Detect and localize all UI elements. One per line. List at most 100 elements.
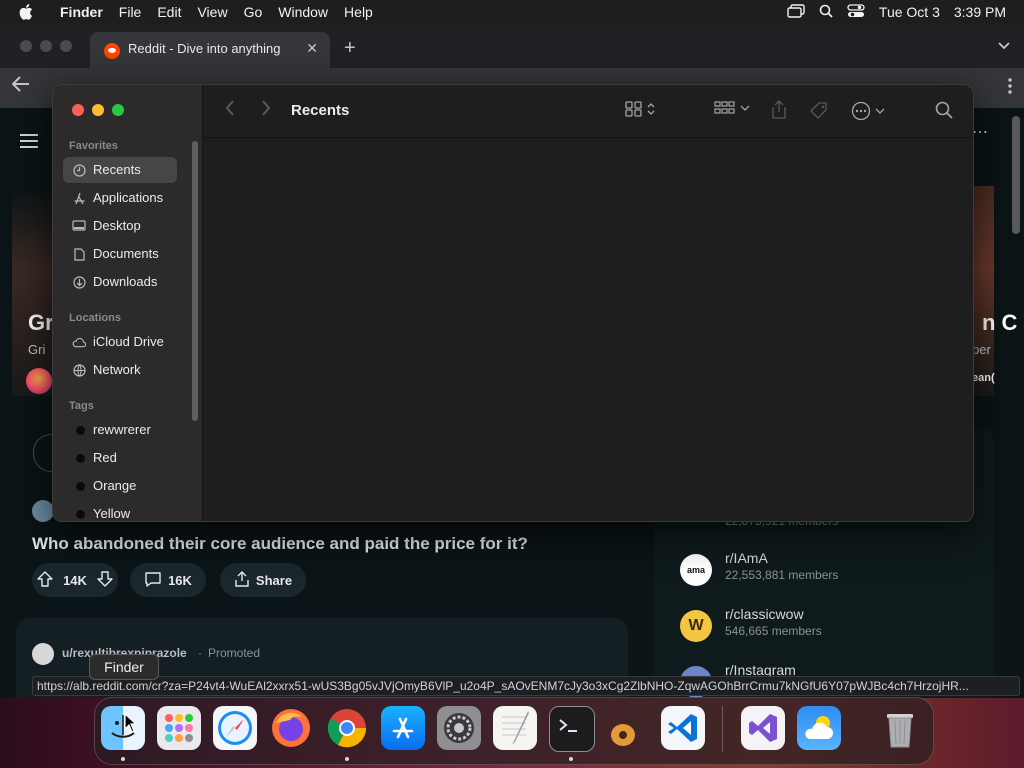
subreddit-row[interactable]: ama r/IAmA 22,553,881 members <box>680 550 980 590</box>
settings-icon[interactable] <box>437 706 481 750</box>
ama-icon: ama <box>680 554 712 586</box>
menu-edit[interactable]: Edit <box>149 0 189 24</box>
apple-icon[interactable] <box>0 4 52 20</box>
tag-color-dot <box>76 426 85 435</box>
more-actions-icon[interactable] <box>851 101 885 121</box>
sidebar-scrollbar[interactable] <box>192 141 198 421</box>
tab-search-chevron-icon[interactable] <box>998 38 1010 53</box>
sidebar-tag-red[interactable]: Red <box>63 445 177 471</box>
new-tab-button[interactable]: + <box>344 36 356 60</box>
finder-icon[interactable] <box>101 706 145 750</box>
browser-minimize-dot[interactable] <box>40 40 52 52</box>
download-icon <box>72 275 86 289</box>
firefox-icon[interactable] <box>269 706 313 750</box>
vscode-icon[interactable] <box>661 706 705 750</box>
downvote-icon[interactable] <box>97 570 113 590</box>
community-title-fragment-right: n C <box>982 310 1018 335</box>
dock-tooltip: Finder <box>89 654 159 680</box>
sidebar-tag-orange[interactable]: Orange <box>63 473 177 499</box>
page-more-icon[interactable]: ⋯ <box>972 122 988 142</box>
post-title[interactable]: Who abandoned their core audience and pa… <box>32 534 528 554</box>
upvote-icon[interactable] <box>37 570 53 590</box>
sidebar-item-recents[interactable]: Recents <box>63 157 177 183</box>
subreddit-members: 546,665 members <box>725 624 822 638</box>
sidebar-item-label: rewwrerer <box>93 422 151 437</box>
window-close-button[interactable] <box>72 104 84 116</box>
tag-color-dot <box>76 454 85 463</box>
sidebar-item-documents[interactable]: Documents <box>63 241 177 267</box>
terminal-icon[interactable] <box>549 706 595 752</box>
finder-file-list-empty[interactable] <box>203 138 973 521</box>
sidebar-item-applications[interactable]: Applications <box>63 185 177 211</box>
trash-icon[interactable] <box>878 706 922 750</box>
sidebar-item-downloads[interactable]: Downloads <box>63 269 177 295</box>
menubar-time[interactable]: 3:39 PM <box>954 4 1006 20</box>
menu-view[interactable]: View <box>189 0 235 24</box>
sidebar-item-label: Network <box>93 362 141 377</box>
sidebar-item-desktop[interactable]: Desktop <box>63 213 177 239</box>
page-scrollbar[interactable] <box>1012 116 1020 234</box>
control-center-icon[interactable] <box>847 3 865 21</box>
browser-menu-icon[interactable] <box>1008 78 1012 99</box>
finder-window-title: Recents <box>291 102 350 119</box>
weather-icon[interactable] <box>797 706 841 750</box>
search-icon[interactable] <box>935 101 953 119</box>
tag-icon[interactable] <box>809 101 829 121</box>
post-author-avatar[interactable] <box>32 500 54 522</box>
share-button[interactable]: Share <box>220 563 306 597</box>
terminal-running-indicator <box>569 757 573 761</box>
hamburger-menu-icon[interactable] <box>20 130 38 152</box>
tab-close-icon[interactable]: ✕ <box>306 40 318 57</box>
sidebar-tag-rewwrerer[interactable]: rewwrerer <box>63 417 177 443</box>
menubar-date[interactable]: Tue Oct 3 <box>879 4 940 20</box>
promoted-author-avatar[interactable] <box>32 643 54 665</box>
menu-finder[interactable]: Finder <box>52 0 111 24</box>
chrome-running-indicator <box>345 757 349 761</box>
browser-zoom-dot[interactable] <box>60 40 72 52</box>
launchpad-icon[interactable] <box>157 706 201 750</box>
app-store-icon[interactable] <box>381 706 425 750</box>
menu-help[interactable]: Help <box>336 0 381 24</box>
finder-window: Favorites Recents Applications Desktop D… <box>52 84 974 522</box>
menu-window[interactable]: Window <box>270 0 336 24</box>
sidebar-item-label: Desktop <box>93 218 141 233</box>
community-avatar[interactable] <box>26 368 52 394</box>
comments-button[interactable]: 16K <box>130 563 206 597</box>
menu-file[interactable]: File <box>111 0 150 24</box>
favorites-heading: Favorites <box>69 140 118 152</box>
sidebar-item-label: Yellow <box>93 506 131 521</box>
spotlight-search-icon[interactable] <box>819 4 833 21</box>
sidebar-tag-yellow[interactable]: Yellow <box>63 501 177 521</box>
screen-mirror-icon[interactable] <box>787 3 805 21</box>
back-arrow-icon[interactable] <box>11 76 30 97</box>
window-minimize-button[interactable] <box>92 104 104 116</box>
sidebar-item-icloud-drive[interactable]: iCloud Drive <box>63 329 177 355</box>
browser-tab-reddit[interactable]: Reddit - Dive into anything ✕ <box>90 32 330 68</box>
textedit-icon[interactable] <box>493 706 537 750</box>
applications-icon <box>72 191 86 205</box>
icon-view-grid-icon[interactable] <box>625 101 655 117</box>
window-zoom-button[interactable] <box>112 104 124 116</box>
garageband-icon[interactable] <box>605 706 649 750</box>
group-by-icon[interactable] <box>714 101 750 115</box>
share-icon[interactable] <box>771 99 787 119</box>
sidebar-item-network[interactable]: Network <box>63 357 177 383</box>
nav-forward-icon[interactable] <box>261 99 271 122</box>
finder-running-indicator <box>121 757 125 761</box>
community-subtitle-fragment: Gri <box>28 342 46 357</box>
reddit-favicon-icon <box>104 43 120 59</box>
visual-studio-icon[interactable] <box>741 706 785 750</box>
nav-back-icon[interactable] <box>225 99 235 122</box>
safari-icon[interactable] <box>213 706 257 750</box>
document-icon <box>72 247 86 261</box>
browser-close-dot[interactable] <box>20 40 32 52</box>
subreddit-name: r/classicwow <box>725 606 804 622</box>
sidebar-item-label: Documents <box>93 246 159 261</box>
tags-heading: Tags <box>69 400 94 412</box>
subreddit-row[interactable]: W r/classicwow 546,665 members <box>680 606 980 646</box>
sidebar-item-label: Applications <box>93 190 164 205</box>
chrome-icon[interactable] <box>325 706 369 750</box>
menu-go[interactable]: Go <box>236 0 271 24</box>
clock-icon <box>72 163 86 177</box>
community-title-fragment: Gr <box>28 310 54 335</box>
